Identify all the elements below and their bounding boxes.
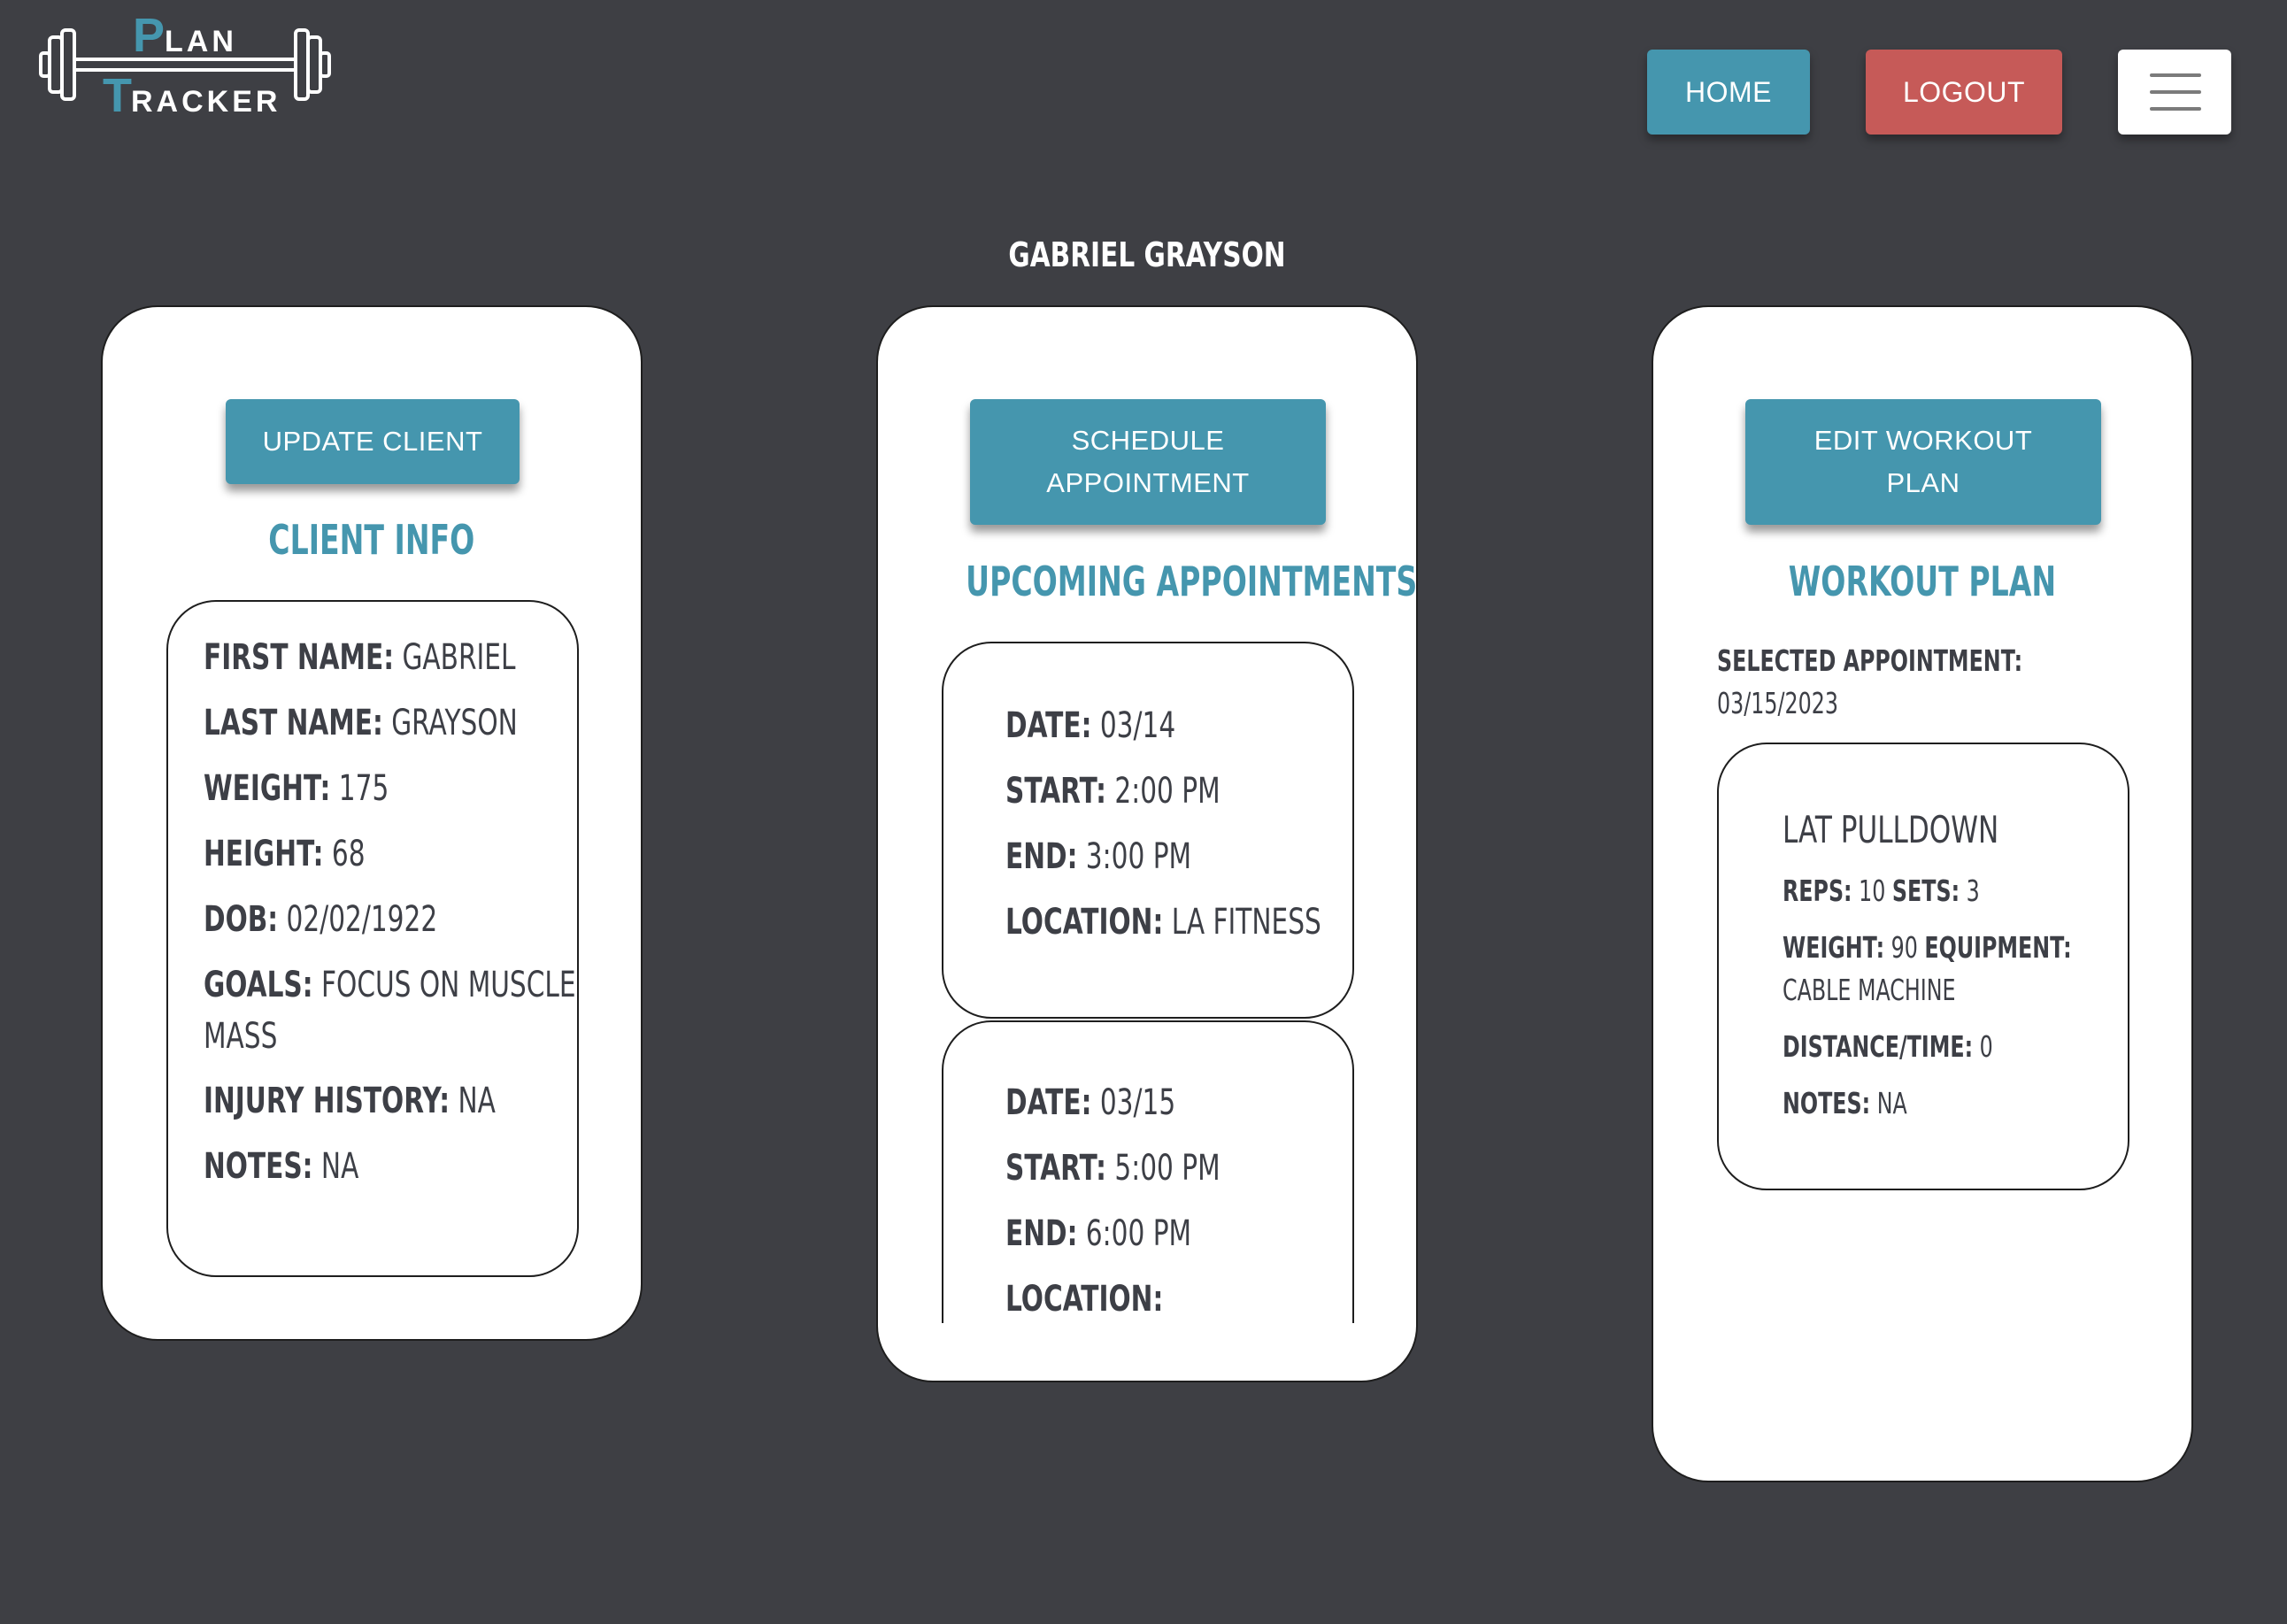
plan-tracker-logo[interactable]: P LAN T RACKER	[39, 9, 331, 122]
update-client-button[interactable]: UPDATE CLIENT	[226, 399, 520, 484]
workout-plan-card: EDIT WORKOUT PLAN WORKOUT PLAN SELECTED …	[1652, 305, 2193, 1482]
workout-plan-heading: WORKOUT PLAN	[1788, 558, 2057, 605]
appointment-location: LOCATION: LA FITNESS	[1005, 902, 1321, 943]
injury-history-field: INJURY HISTORY: NA	[204, 1081, 496, 1121]
appointment-start: START: 2:00 PM	[1005, 771, 1221, 812]
exercise-weight-equipment: WEIGHT: 90 EQUIPMENT:	[1783, 930, 2072, 965]
logo-text-lan: LAN	[165, 25, 237, 58]
last-name-field: LAST NAME: GRAYSON	[204, 703, 518, 743]
appointment-item[interactable]: DATE: 03/14 START: 2:00 PM END: 3:00 PM …	[942, 642, 1354, 1019]
upcoming-appointments-heading: UPCOMING APPOINTMENTS	[966, 558, 1418, 605]
appointment-date: DATE: 03/14	[1005, 705, 1176, 746]
dob-field: DOB: 02/02/1922	[204, 899, 438, 940]
logout-button[interactable]: LOGOUT	[1866, 50, 2062, 135]
appointment-item[interactable]: DATE: 03/15 START: 5:00 PM END: 6:00 PM …	[942, 1020, 1354, 1323]
goals-field-continued: MASS	[204, 1016, 278, 1057]
notes-field: NOTES: NA	[204, 1146, 359, 1187]
logo-text-racker: RACKER	[131, 85, 281, 115]
schedule-appointment-button[interactable]: SCHEDULE APPOINTMENT	[970, 399, 1326, 525]
logo-initial-p: P	[133, 11, 165, 62]
logo-initial-t: T	[103, 69, 132, 115]
edit-workout-plan-button[interactable]: EDIT WORKOUT PLAN	[1745, 399, 2101, 525]
exercise-item[interactable]: LAT PULLDOWN REPS: 10 SETS: 3 WEIGHT: 90…	[1717, 743, 2129, 1190]
goals-field: GOALS: FOCUS ON MUSCLE	[204, 965, 576, 1005]
appointment-location: LOCATION:	[1005, 1279, 1164, 1320]
barbell-icon: P LAN T RACKER	[39, 9, 331, 122]
appointments-card: SCHEDULE APPOINTMENT UPCOMING APPOINTMEN…	[876, 305, 1418, 1382]
appointment-date: DATE: 03/15	[1005, 1082, 1176, 1123]
exercise-distance-time: DISTANCE/TIME: 0	[1783, 1029, 1993, 1064]
menu-toggle-button[interactable]	[2118, 50, 2231, 135]
first-name-field: FIRST NAME: GABRIEL	[204, 637, 516, 678]
appointment-start: START: 5:00 PM	[1005, 1148, 1221, 1189]
client-info-card: UPDATE CLIENT CLIENT INFO FIRST NAME: GA…	[101, 305, 643, 1341]
appointment-end: END: 3:00 PM	[1005, 836, 1192, 877]
selected-appointment-date: 03/15/2023	[1717, 686, 1838, 720]
home-button[interactable]: HOME	[1647, 50, 1810, 135]
weight-field: WEIGHT: 175	[204, 768, 389, 809]
exercise-notes: NOTES: NA	[1783, 1086, 1907, 1120]
client-details-box: FIRST NAME: GABRIEL LAST NAME: GRAYSON W…	[166, 600, 579, 1277]
exercise-name: LAT PULLDOWN	[1783, 808, 1999, 851]
client-info-heading: CLIENT INFO	[268, 516, 475, 564]
height-field: HEIGHT: 68	[204, 834, 366, 874]
selected-appointment-label: SELECTED APPOINTMENT:	[1717, 643, 2023, 678]
appointment-end: END: 6:00 PM	[1005, 1213, 1192, 1254]
exercise-equipment-value: CABLE MACHINE	[1783, 973, 1956, 1007]
page-title: GABRIEL GRAYSON	[1008, 235, 1286, 274]
exercise-reps-sets: REPS: 10 SETS: 3	[1783, 874, 1980, 908]
appointments-scroll-area[interactable]: DATE: 03/14 START: 2:00 PM END: 3:00 PM …	[942, 642, 1354, 1624]
